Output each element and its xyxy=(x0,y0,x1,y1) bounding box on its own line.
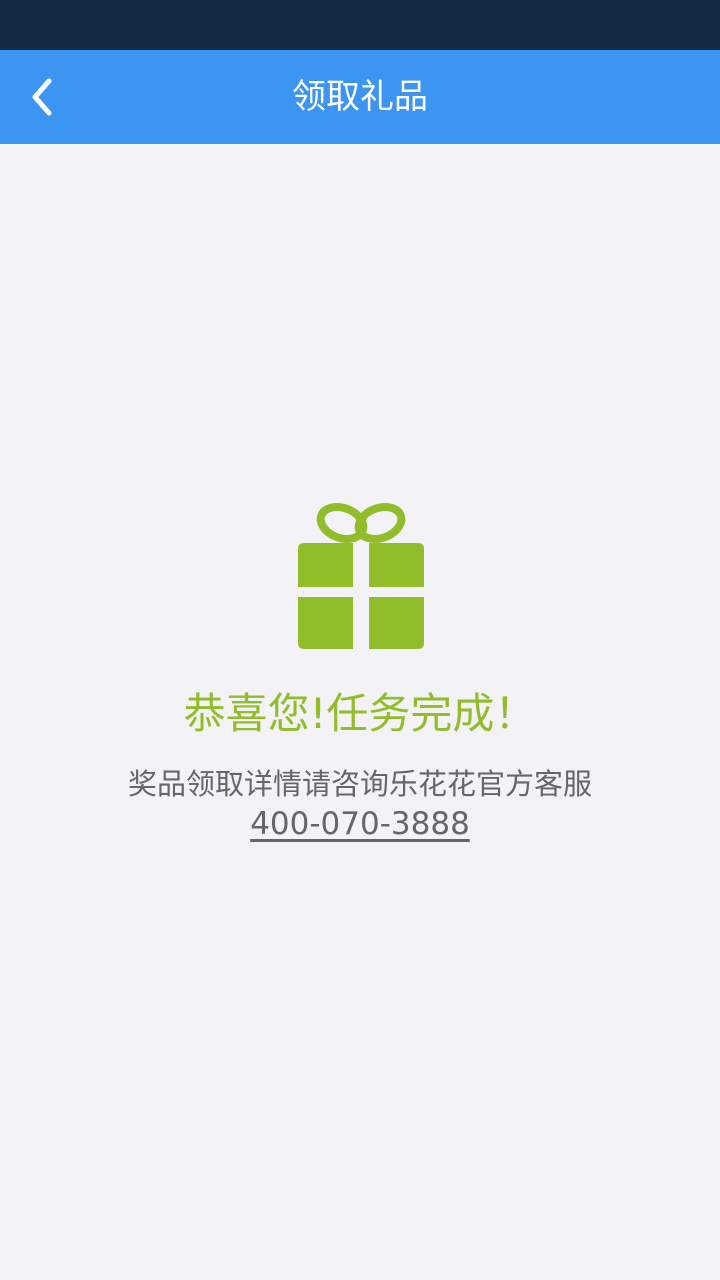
phone-link[interactable]: 400-070-3888 xyxy=(250,806,470,842)
page-title: 领取礼品 xyxy=(292,77,428,117)
nav-bar: 领取礼品 xyxy=(0,50,720,144)
success-message: 恭喜您!任务完成！ xyxy=(183,689,537,738)
phone-link-container: 400-070-3888 xyxy=(0,804,720,844)
back-button[interactable] xyxy=(12,60,72,134)
gift-icon xyxy=(298,503,424,649)
main-content: 恭喜您!任务完成！ 奖品领取详情请咨询乐花花官方客服 400-070-3888 xyxy=(0,144,720,1280)
info-text: 奖品领取详情请咨询乐花花官方客服 xyxy=(127,767,592,801)
chevron-left-icon xyxy=(32,78,52,116)
status-bar xyxy=(0,0,720,50)
